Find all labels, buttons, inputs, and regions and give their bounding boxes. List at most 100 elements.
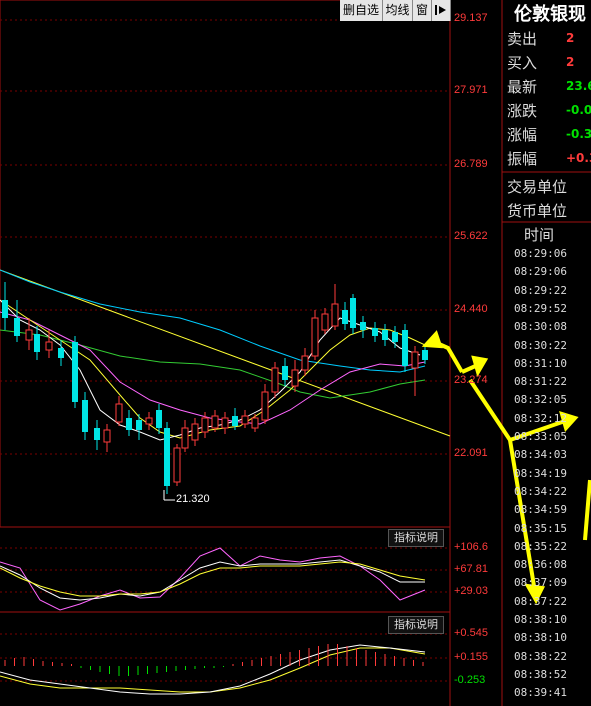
tick-time: 08:34:19 [514,466,567,480]
indicator1-axis-label: +29.03 [454,585,488,597]
tick-time: 08:33:05 [514,430,567,443]
candle-body [2,300,8,318]
candle-body [191,423,199,441]
tick-time: 08:29:22 [514,283,567,297]
price-axis-label: 24.440 [454,303,488,315]
price-axis-label: 26.789 [454,158,488,170]
candle-body [251,417,259,429]
candle-body [282,366,288,380]
candle-body [321,313,329,331]
candle-body [58,348,64,358]
tick-time: 08:38:22 [514,649,567,663]
time-column-header: 时间 [524,226,555,244]
candle-body [82,400,88,432]
tick-time: 08:29:06 [514,247,567,260]
candle-body [173,447,181,483]
price-axis-label: 27.971 [454,84,488,96]
indicator2-help-button[interactable]: 指标说明 [388,616,444,634]
tick-time: 08:34:03 [514,448,567,462]
quote-row-label: 买入 [507,54,538,72]
ma-green-line [0,329,426,399]
currency-unit-label: 货币单位 [507,202,568,220]
tick-time: 08:37:22 [514,594,567,608]
macd-yellow-line [0,647,426,693]
instrument-title: 伦敦银现 [514,4,586,25]
annotation-arrowhead [421,330,443,349]
candle-body [411,351,419,369]
tick-time: 08:29:52 [514,301,567,315]
candle-body [45,341,53,351]
candle-body [402,330,408,366]
window-button[interactable]: 窗 [413,0,432,21]
price-axis-label: 25.622 [454,230,488,242]
trade-unit-label: 交易单位 [507,178,568,196]
candle-body [115,403,123,423]
exit-arrow-icon[interactable] [432,0,451,21]
tick-time: 08:38:10 [514,631,567,645]
candle-body [181,427,189,449]
annotation-arrow-segment [583,479,591,541]
candle-body [232,416,238,426]
tick-time: 08:38:52 [514,667,567,681]
kdj-magenta-line [0,547,426,611]
candle-body [94,428,100,440]
quote-row-label: 振幅 [507,150,538,168]
tick-time: 08:29:06 [514,265,567,279]
price-axis-label: 29.137 [454,12,488,24]
quote-row-label: 最新 [507,78,538,96]
quote-row-value: 23.6 [566,79,591,93]
candle-body [136,420,142,430]
candle-body [422,350,428,360]
quote-row-label: 涨跌 [507,102,538,120]
tick-time: 08:30:22 [514,338,567,352]
price-chart[interactable] [0,0,591,706]
kdj-white-line [0,559,425,601]
indicator2-axis-label: +0.545 [454,627,488,639]
macd-white-line [0,644,426,695]
tick-time: 08:36:08 [514,558,567,572]
indicator2-axis-label: +0.155 [454,651,488,663]
candle-body [14,318,20,336]
candle-body [382,330,388,340]
tick-time: 08:37:09 [514,576,567,590]
tick-time: 08:32:05 [514,393,567,407]
low-price-label: 21.320 [176,493,210,505]
candle-body [72,342,78,402]
candle-body [25,329,33,341]
candle-body [221,417,229,429]
candle-body [392,332,398,342]
quote-row-value: -0.0 [566,103,591,117]
tick-time: 08:34:59 [514,503,567,517]
quote-row-value: 2 [566,31,575,45]
indicator1-help-button[interactable]: 指标说明 [388,529,444,547]
candle-body [350,298,356,328]
candle-body [103,429,111,443]
candle-body [261,391,269,421]
tick-time: 08:39:41 [514,686,567,700]
tick-time: 08:32:12 [514,411,567,425]
moving-average-button[interactable]: 均线 [383,0,413,21]
trend-line [0,269,451,437]
annotation-arrowhead [471,355,489,378]
candle-body [372,328,378,336]
exit-arrow-glyph-icon [435,5,446,15]
tick-time: 08:31:10 [514,356,567,370]
indicator1-axis-label: +106.6 [454,541,488,553]
trading-terminal: 删自选 均线 窗 29.137 27.971 26.789 25.622 24.… [0,0,591,706]
indicator1-axis-label: +67.81 [454,563,488,575]
candle-body [342,310,348,324]
quote-row-label: 涨幅 [507,126,538,144]
tick-time: 08:38:10 [514,613,567,626]
candle-body [331,303,339,327]
tick-time: 08:35:22 [514,539,567,553]
candle-body [360,322,366,330]
candle-body [271,367,279,393]
candle-body [145,417,153,425]
price-axis-label: 23.274 [454,374,488,386]
candle-body [126,418,132,430]
tick-time: 08:31:22 [514,375,567,389]
quote-row-value: +0.3 [566,151,591,165]
candle-body [201,417,209,433]
delete-favorite-button[interactable]: 删自选 [340,0,383,21]
main-chart-frame [0,0,451,528]
